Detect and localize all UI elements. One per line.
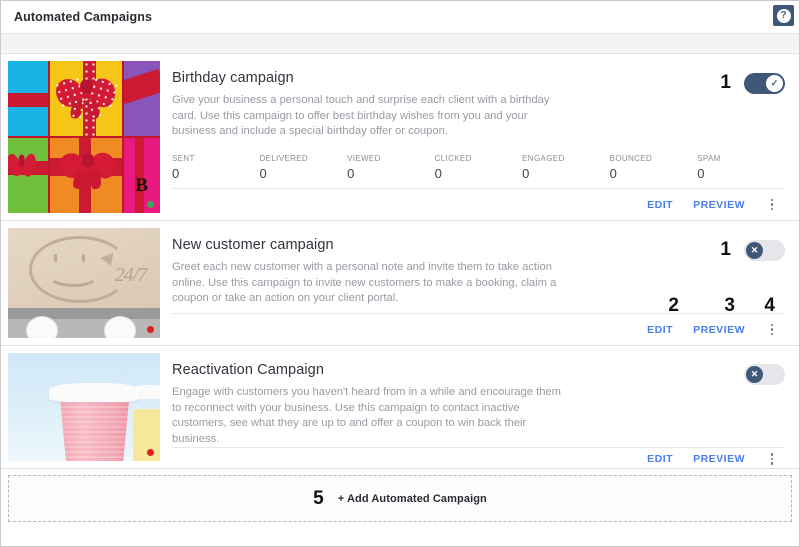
stat-sent: SENT 0 — [172, 154, 260, 181]
campaign-body: Reactivation Campaign Engage with custom… — [160, 346, 799, 468]
campaign-title: Birthday campaign — [172, 70, 294, 86]
stat-value: 0 — [522, 165, 530, 181]
help-button[interactable]: ? — [773, 5, 794, 26]
campaign-actions: EDIT PREVIEW — [172, 188, 785, 220]
campaign-card-birthday: B Birthday campaign Give your business a… — [1, 54, 799, 221]
stat-delivered: DELIVERED 0 — [260, 154, 348, 181]
campaign-enable-toggle[interactable]: ✕ — [744, 364, 785, 385]
page-header: Automated Campaigns ? — [1, 1, 799, 34]
stat-viewed: VIEWED 0 — [347, 154, 435, 181]
annotation-3: 3 — [724, 295, 735, 316]
stat-value: 0 — [347, 165, 355, 181]
stat-spam: SPAM 0 — [697, 154, 785, 181]
campaign-description: Give your business a personal touch and … — [172, 94, 550, 137]
stat-label: ENGAGED — [522, 153, 565, 163]
campaign-toggle-group: ✕ — [744, 362, 785, 385]
campaign-title: New customer campaign — [172, 237, 334, 253]
gift-boxes-image: B — [8, 61, 160, 213]
stat-value: 0 — [697, 165, 705, 181]
campaign-description: Greet each new customer with a personal … — [172, 261, 557, 304]
stat-clicked: CLICKED 0 — [435, 154, 523, 181]
campaign-actions: 2 3 4 EDIT PREVIEW — [172, 295, 785, 345]
campaign-thumbnail — [8, 353, 160, 461]
status-dot — [147, 326, 154, 333]
close-icon: ✕ — [746, 366, 763, 383]
campaign-enable-toggle[interactable]: ✕ — [744, 239, 785, 261]
stat-label: DELIVERED — [259, 153, 309, 163]
campaign-actions: EDIT PREVIEW — [172, 447, 785, 470]
stat-label: SPAM — [697, 153, 721, 163]
stat-label: BOUNCED — [609, 153, 653, 163]
edit-button[interactable]: EDIT — [637, 199, 683, 211]
kebab-menu-icon[interactable] — [761, 319, 783, 341]
coffee-cup-image — [8, 353, 160, 461]
preview-button[interactable]: PREVIEW — [683, 199, 755, 211]
preview-button[interactable]: PREVIEW — [683, 453, 755, 465]
stat-value: 0 — [609, 165, 617, 181]
campaign-thumbnail: 24/7 — [8, 228, 160, 338]
campaign-toggle-group: 1 ✓ — [720, 70, 785, 94]
add-campaign-label: + Add Automated Campaign — [337, 492, 487, 505]
stat-value: 0 — [259, 165, 267, 181]
annotation-1: 1 — [720, 239, 731, 260]
stat-label: VIEWED — [347, 153, 381, 163]
stat-engaged: ENGAGED 0 — [522, 154, 610, 181]
campaign-stats: SENT 0 DELIVERED 0 VIEWED 0 CLICKED 0 EN… — [172, 154, 785, 181]
add-campaign-section: 5 + Add Automated Campaign — [1, 469, 799, 530]
stat-value: 0 — [172, 165, 180, 181]
stat-label: CLICKED — [434, 153, 472, 163]
campaign-thumbnail: B — [8, 61, 160, 213]
annotation-2: 2 — [668, 295, 679, 316]
sand-smiley-247-image: 24/7 — [8, 228, 160, 338]
annotation-5: 5 — [313, 487, 324, 509]
header-spacer — [1, 34, 799, 54]
campaign-card-new-customer: 24/7 New customer campaign Greet each ne… — [1, 221, 799, 346]
preview-button[interactable]: PREVIEW — [683, 324, 755, 336]
campaign-toggle-group: 1 ✕ — [720, 237, 785, 261]
stat-value: 0 — [434, 165, 442, 181]
page-title: Automated Campaigns — [14, 10, 153, 24]
status-dot — [147, 201, 154, 208]
kebab-menu-icon[interactable] — [761, 194, 783, 216]
edit-button[interactable]: EDIT — [637, 453, 683, 465]
check-icon: ✓ — [766, 74, 783, 92]
automated-campaigns-page: Automated Campaigns ? B Birthday campaig… — [0, 0, 800, 547]
kebab-menu-icon[interactable] — [761, 448, 783, 470]
thumbnail-letter: B — [135, 175, 148, 196]
add-automated-campaign-button[interactable]: 5 + Add Automated Campaign — [8, 475, 792, 522]
stat-label: SENT — [172, 153, 195, 163]
campaign-card-reactivation: Reactivation Campaign Engage with custom… — [1, 346, 799, 469]
campaign-title: Reactivation Campaign — [172, 362, 325, 378]
status-dot — [147, 449, 154, 456]
campaign-description: Engage with customers you haven't heard … — [172, 386, 561, 445]
campaign-list: B Birthday campaign Give your business a… — [1, 54, 799, 469]
stat-bounced: BOUNCED 0 — [610, 154, 698, 181]
campaign-body: Birthday campaign Give your business a p… — [160, 54, 799, 220]
edit-button[interactable]: EDIT — [637, 324, 683, 336]
question-mark-icon: ? — [776, 8, 791, 23]
annotation-1: 1 — [720, 72, 731, 93]
annotation-4: 4 — [764, 295, 775, 316]
campaign-body: New customer campaign Greet each new cus… — [160, 221, 799, 345]
close-icon: ✕ — [746, 241, 763, 259]
campaign-enable-toggle[interactable]: ✓ — [744, 72, 785, 94]
